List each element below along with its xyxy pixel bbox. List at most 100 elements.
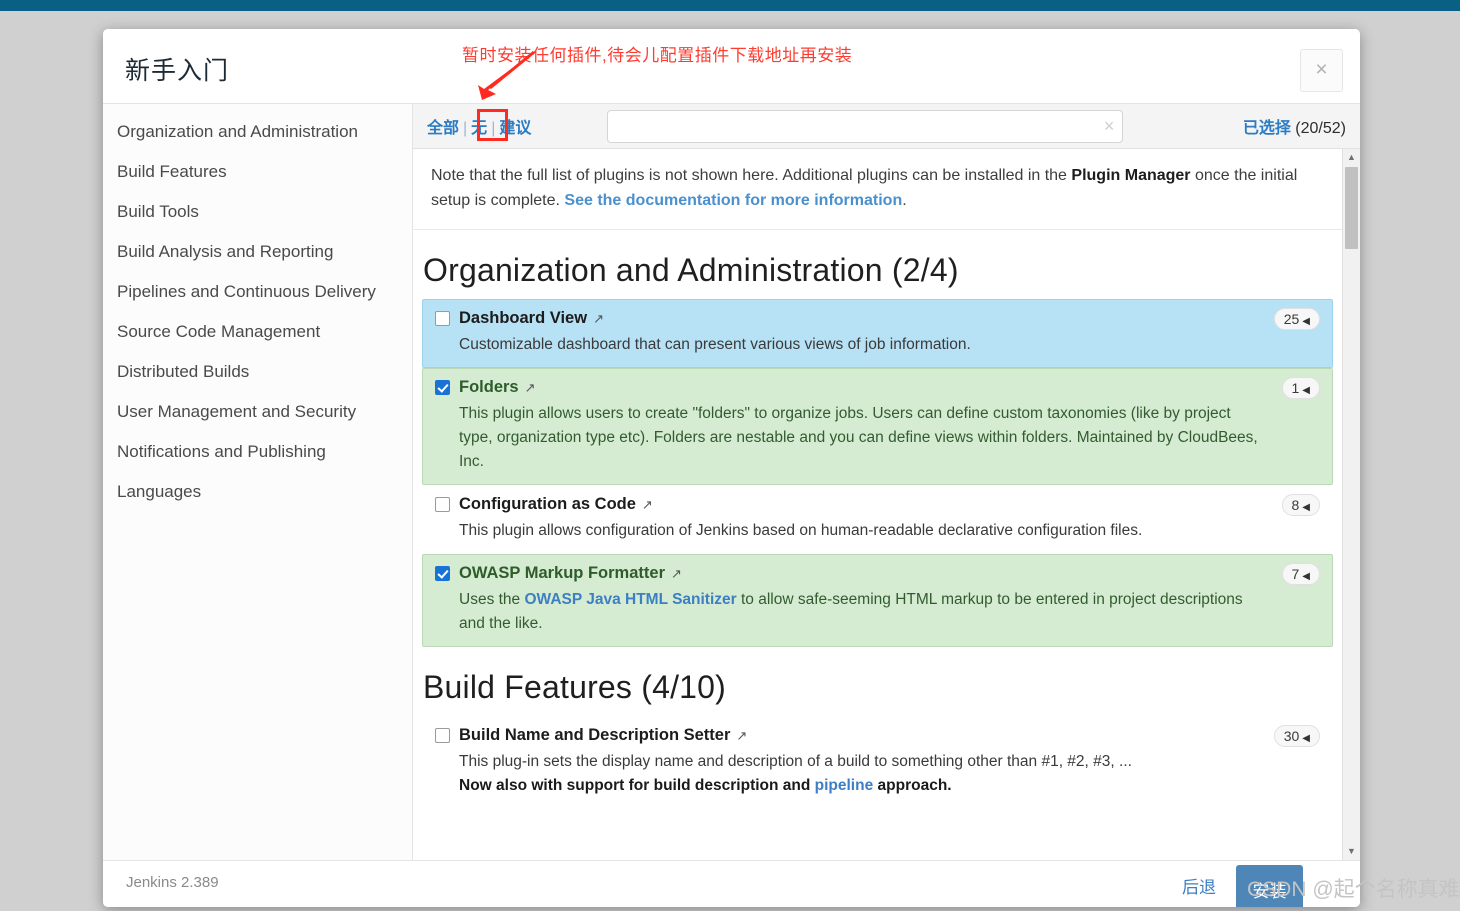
plugin-header: Folders ↗ xyxy=(435,378,1320,397)
owasp-sanitizer-link[interactable]: OWASP Java HTML Sanitizer xyxy=(524,591,736,608)
plugin-checkbox-configuration-as-code[interactable] xyxy=(435,497,450,512)
sidebar-item-organization-and-administration[interactable]: Organization and Administration xyxy=(103,112,412,152)
external-link-icon[interactable]: ↗ xyxy=(642,497,653,513)
plugin-name: Configuration as Code xyxy=(459,495,636,513)
plugin-description: This plug-in sets the display name and d… xyxy=(459,750,1320,798)
external-link-icon[interactable]: ↗ xyxy=(525,380,536,396)
external-link-icon[interactable]: ↗ xyxy=(671,566,682,582)
filter-suggested-link[interactable]: 建议 xyxy=(499,120,531,137)
sidebar-item-pipelines-and-continuous-delivery[interactable]: Pipelines and Continuous Delivery xyxy=(103,272,412,312)
selected-count-value: (20/52) xyxy=(1295,120,1346,137)
sidebar-item-distributed-builds[interactable]: Distributed Builds xyxy=(103,352,412,392)
badge-count: 30 xyxy=(1283,728,1300,744)
sidebar-item-user-management-and-security[interactable]: User Management and Security xyxy=(103,392,412,432)
plugin-content-panel: 全部 | 无 | 建议 × 已选择 (20/52) Note that the full… xyxy=(413,104,1360,860)
plugin-row-build-name-and-description-setter[interactable]: Build Name and Description Setter ↗ This… xyxy=(422,716,1333,809)
badge-count: 8 xyxy=(1291,497,1300,513)
sidebar-item-build-tools[interactable]: Build Tools xyxy=(103,192,412,232)
plugin-version-badge[interactable]: 1 ◀ xyxy=(1281,377,1320,399)
pipeline-link[interactable]: pipeline xyxy=(815,777,874,794)
plugin-checkbox-build-name-and-description-setter[interactable] xyxy=(435,728,450,743)
page-title: 新手入门 xyxy=(125,57,230,85)
filter-toolbar: 全部 | 无 | 建议 × 已选择 (20/52) xyxy=(413,104,1360,149)
badge-triangle-icon: ◀ xyxy=(1302,316,1310,327)
plugin-version-badge[interactable]: 30 ◀ xyxy=(1273,725,1320,747)
plugin-area: Note that the full list of plugins is no… xyxy=(413,149,1342,860)
scroll-down-icon[interactable]: ▼ xyxy=(1343,843,1360,860)
dialog-footer: Jenkins 2.389 后退 安装 xyxy=(103,860,1360,907)
badge-triangle-icon: ◀ xyxy=(1302,733,1310,744)
filter-all-link[interactable]: 全部 xyxy=(427,120,459,137)
plugin-row-folders[interactable]: Folders ↗ This plugin allows users to cr… xyxy=(422,368,1333,485)
sidebar-item-languages[interactable]: Languages xyxy=(103,472,412,512)
plugin-row-dashboard-view[interactable]: Dashboard View ↗ Customizable dashboard … xyxy=(422,299,1333,368)
filter-links: 全部 | 无 | 建议 xyxy=(427,114,531,138)
close-icon[interactable]: × xyxy=(1300,49,1343,92)
category-sidebar: Organization and Administration Build Fe… xyxy=(103,104,413,860)
sidebar-item-build-analysis-and-reporting[interactable]: Build Analysis and Reporting xyxy=(103,232,412,272)
selected-count: 已选择 (20/52) xyxy=(1243,114,1346,138)
plugin-description: Customizable dashboard that can present … xyxy=(459,336,971,353)
badge-count: 7 xyxy=(1291,566,1300,582)
filter-separator-1: | xyxy=(463,120,468,137)
badge-triangle-icon: ◀ xyxy=(1302,385,1310,396)
sidebar-item-source-code-management[interactable]: Source Code Management xyxy=(103,312,412,352)
install-button[interactable]: 安装 xyxy=(1236,865,1303,907)
sidebar-item-build-features[interactable]: Build Features xyxy=(103,152,412,192)
plugin-description: Uses the OWASP Java HTML Sanitizer to al… xyxy=(459,588,1320,636)
annotation-text: 暂时安装任何插件,待会儿配置插件下载地址再安装 xyxy=(462,46,853,65)
desc-pre: This plug-in sets the display name and d… xyxy=(459,753,1132,770)
note-part1: Note that the full list of plugins is no… xyxy=(431,167,1072,184)
external-link-icon[interactable]: ↗ xyxy=(736,728,747,744)
scroll-up-icon[interactable]: ▲ xyxy=(1343,149,1360,166)
plugin-header: Dashboard View ↗ xyxy=(435,309,1320,328)
vertical-scrollbar[interactable]: ▲ ▼ xyxy=(1342,149,1360,860)
plugin-version-badge[interactable]: 7 ◀ xyxy=(1281,563,1320,585)
search-wrapper: × xyxy=(607,109,1124,143)
desc-pre: Uses the xyxy=(459,591,525,608)
section-heading-build-features: Build Features (4/10) xyxy=(423,669,727,705)
filter-separator-2: | xyxy=(491,120,496,137)
plugin-row-configuration-as-code[interactable]: Configuration as Code ↗ This plugin allo… xyxy=(422,485,1333,554)
plugin-row-owasp-markup-formatter[interactable]: OWASP Markup Formatter ↗ Uses the OWASP … xyxy=(422,554,1333,647)
documentation-link[interactable]: See the documentation for more informati… xyxy=(564,192,902,209)
plugin-list-organization: Dashboard View ↗ Customizable dashboard … xyxy=(413,299,1342,647)
external-link-icon[interactable]: ↗ xyxy=(593,311,604,327)
filter-none-link[interactable]: 无 xyxy=(471,120,487,137)
badge-triangle-icon: ◀ xyxy=(1302,502,1310,513)
back-button[interactable]: 后退 xyxy=(1182,873,1216,898)
plugin-name: Build Name and Description Setter xyxy=(459,726,731,744)
scroll-zone: Note that the full list of plugins is no… xyxy=(413,149,1360,860)
plugin-header: Configuration as Code ↗ xyxy=(435,495,1320,514)
badge-count: 25 xyxy=(1283,311,1300,327)
selected-link[interactable]: 已选择 xyxy=(1243,120,1291,137)
plugin-header: Build Name and Description Setter ↗ xyxy=(435,726,1320,745)
plugin-name: OWASP Markup Formatter xyxy=(459,564,665,582)
badge-triangle-icon: ◀ xyxy=(1302,571,1310,582)
dialog-body: Organization and Administration Build Fe… xyxy=(103,104,1360,860)
sidebar-item-notifications-and-publishing[interactable]: Notifications and Publishing xyxy=(103,432,412,472)
plugin-checkbox-folders[interactable] xyxy=(435,380,450,395)
setup-wizard-dialog: 新手入门 × Organization and Administration B… xyxy=(103,29,1360,907)
plugin-header: OWASP Markup Formatter ↗ xyxy=(435,564,1320,583)
plugin-checkbox-dashboard-view[interactable] xyxy=(435,311,450,326)
search-input[interactable] xyxy=(607,109,1124,143)
scrollbar-thumb[interactable] xyxy=(1345,167,1358,249)
plugin-description: This plugin allows users to create "fold… xyxy=(459,405,1258,470)
browser-top-bar xyxy=(0,0,1460,11)
desc-post: approach. xyxy=(873,777,952,794)
plugin-name: Dashboard View xyxy=(459,309,588,327)
plugin-list-build-features: Build Name and Description Setter ↗ This… xyxy=(413,716,1342,809)
plugin-description: This plugin allows configuration of Jenk… xyxy=(459,522,1143,539)
plugin-checkbox-owasp-markup-formatter[interactable] xyxy=(435,566,450,581)
plugin-name: Folders xyxy=(459,378,519,396)
desc-bold: Now also with support for build descript… xyxy=(459,777,815,794)
badge-count: 1 xyxy=(1291,380,1300,396)
note-bold-plugin-manager: Plugin Manager xyxy=(1071,167,1191,184)
section-heading-organization: Organization and Administration (2/4) xyxy=(423,252,959,288)
plugin-version-badge[interactable]: 8 ◀ xyxy=(1281,494,1320,516)
search-clear-icon[interactable]: × xyxy=(1104,116,1115,137)
plugin-note: Note that the full list of plugins is no… xyxy=(413,149,1342,230)
jenkins-version: Jenkins 2.389 xyxy=(126,874,219,891)
plugin-version-badge[interactable]: 25 ◀ xyxy=(1273,308,1320,330)
